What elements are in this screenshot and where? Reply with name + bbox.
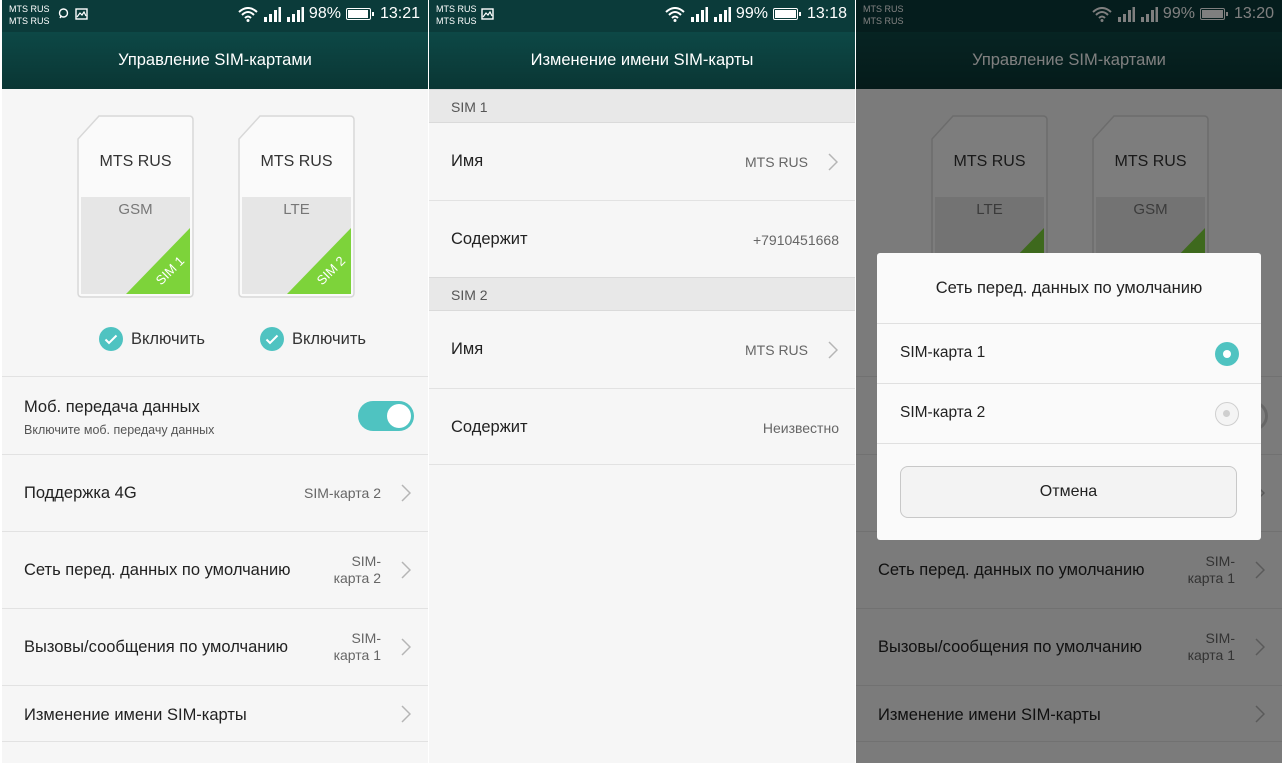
status-bar: MTS RUS MTS RUS 99% 13:18	[429, 0, 855, 32]
sim-network-type: LTE	[283, 201, 310, 218]
battery-percent: 98%	[308, 5, 341, 22]
row-value: SIM-карта 2	[304, 485, 381, 501]
sim1-name-row[interactable]: Имя MTS RUS	[429, 123, 855, 200]
signal-icon	[690, 6, 708, 22]
signal-icon	[263, 6, 281, 22]
default-calls-row[interactable]: Вызовы/сообщения по умолчанию SIM- карта…	[2, 608, 428, 685]
sim-carrier: MTS RUS	[260, 153, 333, 170]
option-sim-2[interactable]: SIM-карта 2	[877, 384, 1261, 444]
row-title: Вызовы/сообщения по умолчанию	[24, 638, 288, 656]
carrier-label: MTS RUS	[436, 4, 477, 14]
signal-icon	[286, 6, 304, 22]
sim-network-type: GSM	[118, 201, 153, 218]
chevron-right-icon	[401, 704, 411, 723]
chevron-right-icon	[401, 638, 411, 656]
default-data-row[interactable]: Сеть перед. данных по умолчанию SIM- кар…	[2, 531, 428, 608]
section-label: SIM 1	[451, 99, 488, 115]
row-value: MTS RUS	[745, 154, 808, 170]
battery-percent: 99%	[735, 5, 768, 22]
battery-icon	[345, 8, 374, 20]
sim1-number-row: Содержит +7910451668	[429, 200, 855, 277]
radio-unselected-icon[interactable]	[1215, 402, 1239, 426]
row-title: Имя	[451, 152, 484, 170]
chevron-right-icon	[401, 484, 411, 502]
cancel-button[interactable]: Отмена	[900, 466, 1237, 518]
radio-selected-icon[interactable]	[1215, 342, 1239, 366]
section-header-sim1: SIM 1	[429, 89, 855, 123]
option-label: SIM-карта 2	[900, 404, 986, 421]
wifi-icon	[238, 6, 258, 22]
row-value: карта 1	[333, 647, 381, 663]
chevron-right-icon	[828, 340, 838, 359]
image-icon	[75, 8, 88, 20]
check-icon	[99, 327, 123, 351]
row-value: +7910451668	[752, 232, 839, 248]
section-header-sim2: SIM 2	[429, 277, 855, 311]
clock: 13:18	[806, 5, 847, 22]
carrier-label: MTS RUS	[436, 16, 477, 26]
enable-label: Включить	[292, 329, 367, 348]
row-value: Неизвестно	[762, 420, 839, 436]
row-title: Поддержка 4G	[24, 484, 137, 502]
chevron-right-icon	[828, 152, 838, 171]
row-value: SIM-	[351, 630, 381, 646]
sim2-number-row: Содержит Неизвестно	[429, 388, 855, 465]
option-label: SIM-карта 1	[900, 344, 986, 361]
row-title: Моб. передача данных	[24, 398, 200, 416]
4g-support-row[interactable]: Поддержка 4G SIM-карта 2	[2, 454, 428, 531]
row-value: карта 2	[333, 570, 381, 586]
row-title: Изменение имени SIM-карты	[24, 706, 247, 724]
sim-card-1[interactable]: MTS RUS GSM SIM 1	[77, 115, 194, 298]
row-title: Сеть перед. данных по умолчанию	[24, 561, 291, 579]
row-title: Содержит	[451, 230, 528, 248]
sim2-name-row[interactable]: Имя MTS RUS	[429, 311, 855, 388]
page-title: Управление SIM-картами	[2, 32, 428, 89]
section-label: SIM 2	[451, 287, 488, 303]
settings-list: Моб. передача данных Включите моб. перед…	[2, 376, 428, 742]
row-value: SIM-	[351, 553, 381, 569]
chat-icon	[58, 8, 69, 19]
enable-label: Включить	[131, 329, 206, 348]
clock: 13:21	[379, 5, 420, 22]
sim-cards-area: MTS RUS GSM SIM 1 MTS RUS LTE SIM 2 Вклю…	[2, 115, 428, 375]
option-sim-1[interactable]: SIM-карта 1	[877, 324, 1261, 384]
rename-sim-row[interactable]: Изменение имени SIM-карты	[2, 685, 428, 742]
carrier-label: MTS RUS	[9, 4, 50, 14]
chevron-right-icon	[401, 561, 411, 579]
enable-sim-1-checkbox[interactable]: Включить	[99, 327, 205, 351]
page-title: Изменение имени SIM-карты	[429, 32, 855, 89]
battery-icon	[772, 8, 801, 20]
rename-sim-screen: MTS RUS MTS RUS 99% 13:18 Изменение имен…	[429, 0, 855, 763]
image-icon	[481, 8, 494, 20]
sim-carrier: MTS RUS	[99, 153, 172, 170]
carrier-label: MTS RUS	[9, 16, 50, 26]
dialog-title: Сеть перед. данных по умолчанию	[877, 253, 1261, 324]
status-bar: MTS RUS MTS RUS 98% 13:21	[2, 0, 428, 32]
check-icon	[260, 327, 284, 351]
row-title: Имя	[451, 340, 484, 358]
sim-management-screen: MTS RUS MTS RUS 98% 13:21 Управление SIM…	[2, 0, 428, 763]
wifi-icon	[665, 6, 685, 22]
mobile-data-row[interactable]: Моб. передача данных Включите моб. перед…	[2, 376, 428, 454]
mobile-data-toggle[interactable]	[358, 401, 414, 431]
row-subtitle: Включите моб. передачу данных	[24, 423, 215, 437]
row-title: Содержит	[451, 418, 528, 436]
default-data-dialog: Сеть перед. данных по умолчанию SIM-карт…	[877, 253, 1261, 540]
sim-management-dialog-screen: MTS RUS MTS RUS 99% 13:20 Управление SIM…	[856, 0, 1282, 763]
signal-icon	[713, 6, 731, 22]
sim-card-2[interactable]: MTS RUS LTE SIM 2	[238, 115, 355, 298]
enable-sim-2-checkbox[interactable]: Включить	[260, 327, 366, 351]
row-value: MTS RUS	[745, 342, 808, 358]
